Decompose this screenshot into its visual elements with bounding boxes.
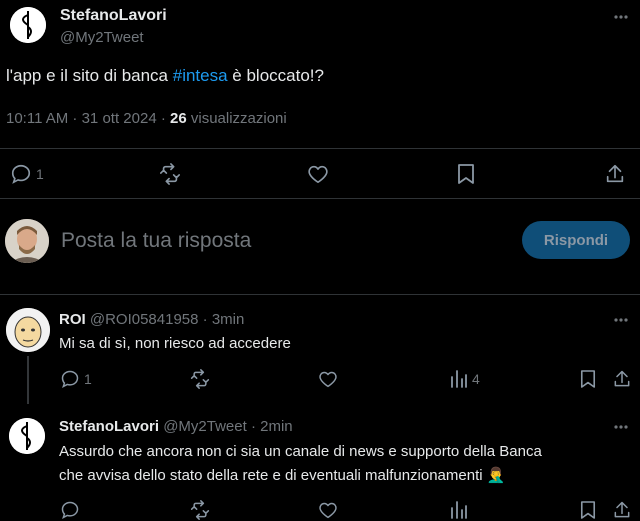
retweet-icon [190,500,210,520]
views-icon [451,501,467,519]
user-photo-icon [5,219,49,263]
retweet-icon [160,163,180,185]
reply2-display-name[interactable]: StefanoLavori [59,418,159,435]
main-tweet-reply-count: 1 [36,166,44,182]
reply1-views-button[interactable]: 4 [450,369,480,389]
reply-submit-button[interactable]: Rispondi [522,221,630,259]
divider [0,198,640,199]
reply1-more-button[interactable] [612,311,630,334]
reply1-time[interactable]: · 3min [198,311,245,328]
reply2-more-button[interactable] [612,418,630,441]
more-icon [614,425,628,429]
like-icon [319,502,337,519]
bookmark-icon [458,164,474,184]
reply1-header: ROI @ROI05841958 · 3min [59,311,244,328]
reply2-share-button[interactable] [612,500,632,520]
reply1-like-button[interactable] [318,370,338,388]
reply2-avatar[interactable] [9,418,45,454]
reply1-views-count: 4 [472,371,480,387]
reply-icon [61,370,79,389]
main-tweet-share-button[interactable] [604,163,626,185]
share-icon [614,370,630,387]
reply-icon [11,164,31,184]
reply2-text-line1: Assurdo che ancora non ci sia un canale … [59,443,542,460]
bookmark-icon [580,501,596,519]
main-tweet-handle[interactable]: @My2Tweet [60,29,144,46]
reply1-reply-button[interactable]: 1 [60,369,92,389]
reply2-bookmark-button[interactable] [580,500,596,520]
main-tweet-more-button[interactable] [612,8,630,31]
reply2-views-button[interactable] [450,500,468,520]
reply-submit-label: Rispondi [543,231,609,249]
main-tweet-views-count: 26 [170,110,187,127]
reply1-bookmark-button[interactable] [580,369,596,389]
main-tweet-timestamp[interactable]: 10:11 AM · 31 ott 2024 · [6,110,170,127]
more-icon [614,318,628,322]
reply2-handle[interactable]: @My2Tweet [163,418,247,435]
divider [0,294,640,295]
reply2-retweet-button[interactable] [189,500,211,520]
main-tweet-text-after: è bloccato!? [227,66,324,85]
reply-icon [61,501,79,520]
reply1-avatar[interactable] [6,308,50,352]
cartoon-face-icon [6,308,50,352]
composer-avatar[interactable] [5,219,49,263]
main-tweet-display-name[interactable]: StefanoLavori [60,7,167,25]
reply1-display-name[interactable]: ROI [59,311,86,328]
reply2-like-button[interactable] [318,501,338,519]
facepalm-emoji: 🤦‍♂️ [486,467,506,484]
views-icon [451,370,467,388]
reply2-header: StefanoLavori @My2Tweet · 2min [59,418,293,435]
reply1-retweet-button[interactable] [189,369,211,389]
main-tweet-bookmark-button[interactable] [457,163,475,185]
composer-placeholder[interactable]: Posta la tua risposta [61,229,251,253]
divider [0,148,640,149]
hashtag-link[interactable]: #intesa [173,66,228,85]
like-icon [319,371,337,388]
main-tweet-text-before: l'app e il sito di banca [6,66,173,85]
main-tweet-views-label: visualizzazioni [186,110,287,127]
reply2-time[interactable]: · 2min [247,418,293,435]
main-tweet-like-button[interactable] [307,164,329,184]
main-tweet-retweet-button[interactable] [158,163,182,185]
reply1-share-button[interactable] [612,369,632,389]
reply2-text-line2: che avvisa dello stato della rete e di e… [59,467,483,484]
share-icon [614,501,630,518]
main-tweet-text: l'app e il sito di banca #intesa è blocc… [6,66,324,86]
avatar-logo-icon [9,418,45,454]
retweet-icon [190,369,210,389]
reply1-handle[interactable]: @ROI05841958 [90,311,199,328]
reply1-text: Mi sa di sì, non riesco ad accedere [59,335,291,352]
reply2-reply-button[interactable] [60,500,80,520]
main-tweet-reply-button[interactable]: 1 [10,163,44,185]
main-tweet-meta: 10:11 AM · 31 ott 2024 · 26 visualizzazi… [6,110,287,127]
main-tweet-avatar[interactable] [10,7,46,43]
like-icon [308,165,328,183]
avatar-logo-icon [10,7,46,43]
bookmark-icon [580,370,596,388]
reply1-reply-count: 1 [84,371,92,387]
share-icon [606,164,624,183]
more-icon [614,15,628,19]
reply2-text-line2-wrap: che avvisa dello stato della rete e di e… [59,466,505,484]
thread-line [27,356,29,404]
